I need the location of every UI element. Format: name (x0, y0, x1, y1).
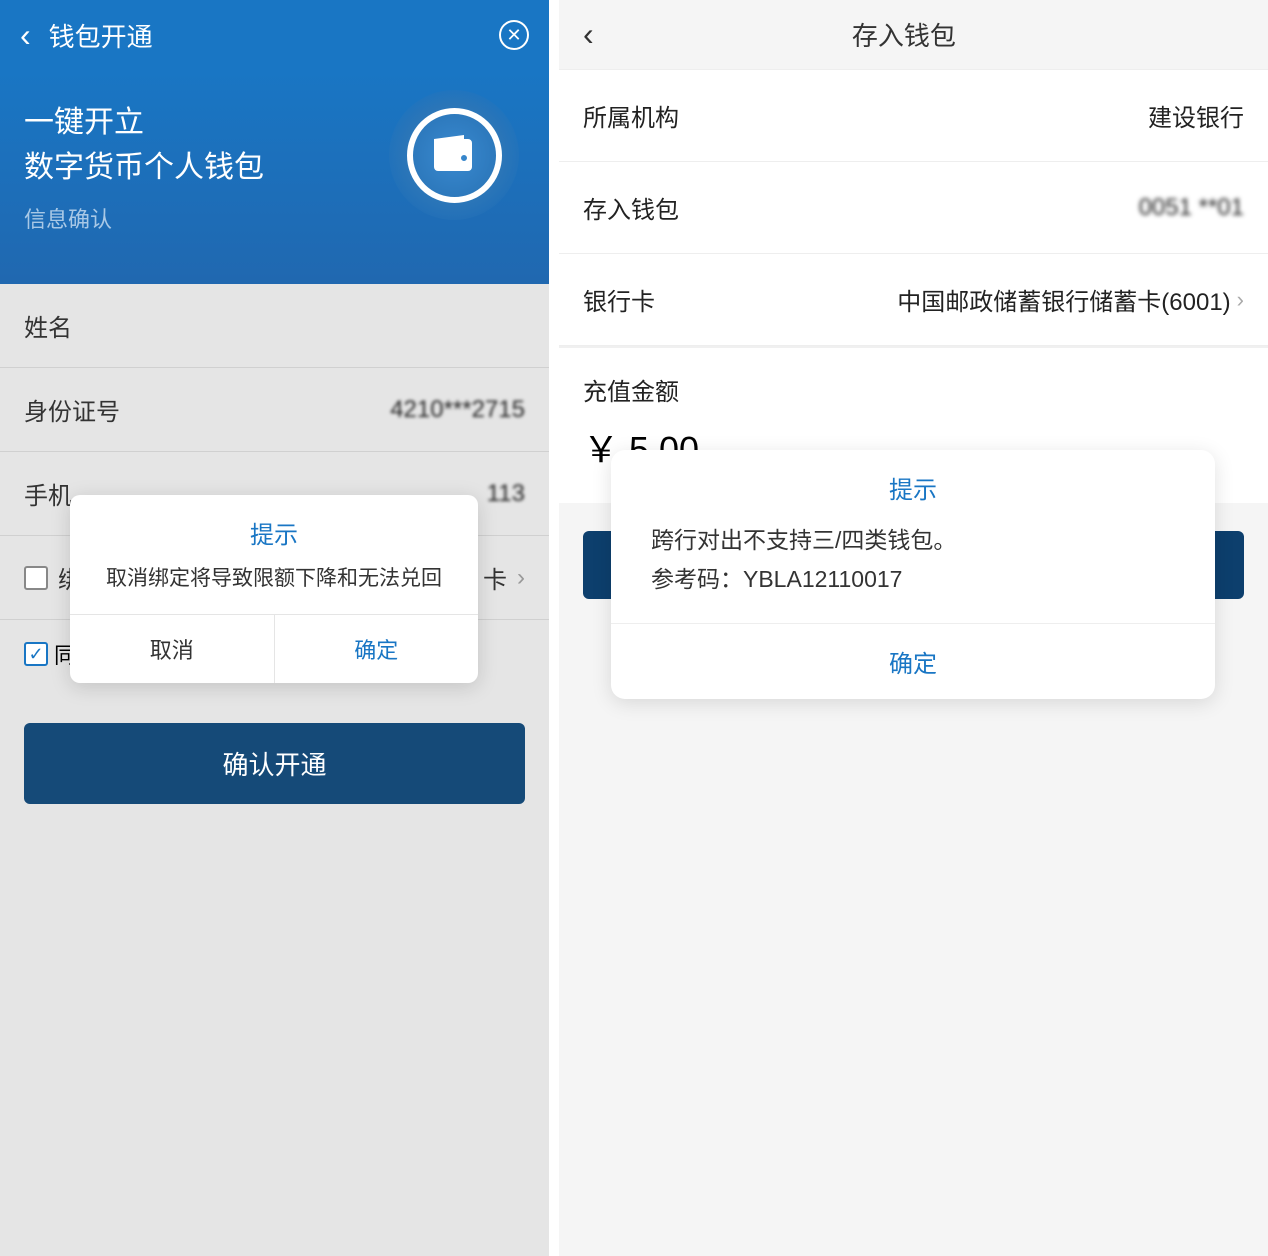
hero-banner: 一键开立 数字货币个人钱包 信息确认 (0, 70, 549, 284)
row-bank-card[interactable]: 银行卡 中国邮政储蓄银行储蓄卡(6001) › (559, 254, 1268, 346)
close-icon[interactable]: ✕ (499, 20, 529, 50)
screen-deposit-wallet: ‹ 存入钱包 所属机构 建设银行 存入钱包 0051 **01 银行卡 中国邮政… (559, 0, 1268, 1256)
row-name[interactable]: 姓名 (0, 284, 549, 368)
bind-checkbox[interactable] (24, 566, 48, 590)
back-icon[interactable]: ‹ (20, 17, 31, 54)
dialog-message: 跨行对出不支持三/四类钱包。 参考码：YBLA12110017 (611, 521, 1215, 623)
id-label: 身份证号 (24, 392, 120, 427)
confirm-open-button[interactable]: 确认开通 (24, 723, 525, 804)
screen-wallet-open: ‹ 钱包开通 ✕ 一键开立 数字货币个人钱包 信息确认 姓名 身份证号 4210… (0, 0, 549, 1256)
wallet-icon (389, 90, 519, 220)
dialog-title: 提示 (611, 450, 1215, 521)
bank-card-value: 中国邮政储蓄银行储蓄卡(6001) (897, 282, 1230, 317)
institution-label: 所属机构 (583, 98, 679, 133)
row-id[interactable]: 身份证号 4210***2715 (0, 368, 549, 452)
phone-label: 手机 (24, 476, 72, 511)
name-label: 姓名 (24, 308, 72, 343)
chevron-right-icon: › (1237, 287, 1244, 313)
id-value: 4210***2715 (390, 396, 525, 424)
dialog-message: 取消绑定将导致限额下降和无法兑回 (70, 562, 478, 614)
header-title: 存入钱包 (564, 16, 1244, 53)
row-deposit-wallet[interactable]: 存入钱包 0051 **01 (559, 162, 1268, 254)
card-value: 卡 (483, 560, 507, 595)
deposit-wallet-value: 0051 **01 (1139, 194, 1244, 222)
amount-label: 充值金额 (559, 346, 1268, 421)
header-bar: ‹ 钱包开通 ✕ (0, 0, 549, 70)
header-bar: ‹ 存入钱包 (559, 0, 1268, 70)
phone-value: 113 (487, 480, 525, 508)
chevron-right-icon: › (517, 564, 525, 592)
institution-value: 建设银行 (1148, 98, 1244, 133)
dialog-ok-button[interactable]: 确定 (275, 615, 479, 683)
dialog-deposit-error: 提示 跨行对出不支持三/四类钱包。 参考码：YBLA12110017 确定 (611, 450, 1215, 699)
dialog-cancel-button[interactable]: 取消 (70, 615, 275, 683)
row-institution: 所属机构 建设银行 (559, 70, 1268, 162)
header-title: 钱包开通 (49, 17, 153, 54)
bank-card-label: 银行卡 (583, 282, 655, 317)
consent-checkbox[interactable]: ✓ (24, 642, 48, 666)
dialog-ok-button[interactable]: 确定 (611, 623, 1215, 699)
dialog-title: 提示 (70, 495, 478, 562)
dialog-unbind-warning: 提示 取消绑定将导致限额下降和无法兑回 取消 确定 (70, 495, 478, 683)
deposit-wallet-label: 存入钱包 (583, 190, 679, 225)
